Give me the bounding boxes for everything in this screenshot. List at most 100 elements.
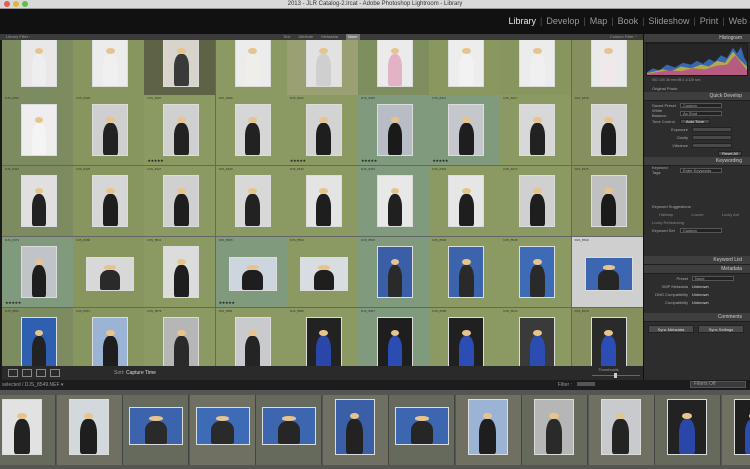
photo-thumbnail[interactable] [590, 175, 627, 227]
keyword-set-select[interactable]: Custom [680, 227, 722, 233]
keyword-suggestion[interactable]: Hallway [659, 212, 673, 217]
photo-thumbnail[interactable] [163, 104, 200, 156]
star-rating[interactable]: ★★★★★ [5, 300, 21, 305]
star-rating[interactable]: ★★★★★ [219, 300, 235, 305]
filmstrip-cell[interactable] [56, 395, 123, 465]
grid-cell[interactable] [500, 40, 573, 97]
sync-settings-button[interactable]: Sync Settings [698, 325, 744, 333]
grid-cell[interactable]: DJS_8464 [429, 166, 502, 237]
white-balance-select[interactable]: As Shot [680, 110, 722, 116]
filmstrip-cell[interactable] [655, 395, 721, 465]
quick-develop-header[interactable]: Quick Develop [644, 92, 750, 101]
photo-thumbnail[interactable] [299, 257, 348, 291]
photo-thumbnail[interactable] [305, 104, 342, 156]
slider-knob[interactable] [614, 373, 617, 378]
photo-thumbnail[interactable] [21, 317, 57, 366]
grid-cell[interactable]: DJS_8545 [358, 237, 430, 308]
vibrance-buttons[interactable] [692, 142, 732, 148]
filmstrip-flag-filters[interactable] [577, 382, 595, 386]
photo-thumbnail[interactable] [86, 257, 135, 291]
photo-thumbnail[interactable] [448, 246, 485, 298]
grid-cell[interactable]: DJS_8475 [571, 166, 643, 237]
grid-cell[interactable]: DJS_8420 [2, 166, 74, 237]
photo-thumbnail[interactable] [377, 104, 413, 156]
grid-cell[interactable]: DJS_8418 [571, 95, 643, 166]
grid-cell[interactable]: DJS_8430 [215, 166, 288, 237]
grid-cell[interactable] [571, 40, 643, 97]
filmstrip-cell[interactable] [0, 395, 56, 465]
photo-thumbnail[interactable] [92, 317, 129, 366]
comments-header[interactable]: Comments [644, 313, 750, 322]
photo-thumbnail[interactable] [377, 175, 413, 227]
photo-thumbnail[interactable] [448, 317, 485, 366]
metadata-header[interactable]: Metadata [644, 265, 750, 274]
metadata-preset-select[interactable]: None [692, 275, 734, 281]
grid-cell[interactable]: DJS_8480 [73, 237, 146, 308]
grid-cell[interactable]: DJS_8479 ★★★★★ [2, 237, 74, 308]
module-map[interactable]: Map [587, 16, 611, 26]
photo-thumbnail[interactable] [377, 246, 413, 298]
photo-thumbnail[interactable] [590, 40, 627, 87]
photo-thumbnail[interactable] [163, 317, 200, 366]
thumbnail-size-slider[interactable] [592, 373, 640, 378]
grid-cell[interactable]: DJS_8425 [73, 166, 146, 237]
filmstrip-thumbnail[interactable] [395, 407, 449, 445]
grid-cell[interactable]: DJS_8427 [144, 166, 217, 237]
keyword-entry-area[interactable] [644, 174, 750, 202]
photo-thumbnail[interactable] [234, 317, 271, 366]
grid-cell[interactable] [286, 40, 359, 97]
grid-cell[interactable]: DJS_8472 [500, 166, 573, 237]
grid-cell[interactable] [215, 40, 288, 97]
grid-cell[interactable]: DJS_8549 [571, 237, 643, 308]
grid-cell[interactable]: DJS_8563 [2, 308, 74, 366]
photo-thumbnail[interactable] [519, 317, 556, 366]
filmstrip-source[interactable]: selected / DJS_8549.NEF ▾ [2, 382, 63, 388]
filmstrip-cell[interactable] [189, 395, 256, 465]
filmstrip-filter-select[interactable]: Filters Off [690, 381, 746, 388]
grid-cell[interactable]: DJS_8405 ★★★★★ [358, 95, 430, 166]
grid-cell[interactable]: DJS_8397 ★★★★★ [144, 95, 217, 166]
grid-cell[interactable]: DJS_8597 [358, 308, 430, 366]
grid-cell[interactable]: DJS_8445 [358, 166, 430, 237]
keyword-list-header[interactable]: Keyword List [644, 256, 750, 265]
photo-thumbnail[interactable] [519, 175, 556, 227]
photo-thumbnail[interactable] [519, 246, 556, 298]
photo-thumbnail[interactable] [163, 246, 200, 298]
histogram-header[interactable]: Histogram [644, 34, 750, 43]
photo-thumbnail[interactable] [590, 104, 627, 156]
grid-cell[interactable]: DJS_8546 [429, 237, 502, 308]
photo-thumbnail[interactable] [92, 104, 129, 156]
filmstrip-cell[interactable] [588, 395, 655, 465]
filmstrip-thumbnail[interactable] [195, 407, 250, 445]
star-rating[interactable]: ★★★★★ [361, 158, 377, 163]
grid-cell[interactable]: DJS_8412 ★★★★★ [429, 95, 502, 166]
star-rating[interactable]: ★★★★★ [147, 158, 163, 163]
filmstrip-cell[interactable] [721, 395, 750, 465]
grid-cell[interactable]: DJS_8612 [500, 308, 573, 366]
photo-thumbnail[interactable] [584, 257, 633, 291]
grid-cell[interactable] [358, 40, 430, 97]
photo-thumbnail[interactable] [21, 246, 57, 298]
photo-thumbnail[interactable] [448, 175, 485, 227]
photo-thumbnail[interactable] [92, 40, 129, 87]
filmstrip-cell[interactable] [389, 395, 455, 465]
grid-cell[interactable]: DJS_8533 [286, 237, 359, 308]
photo-thumbnail[interactable] [163, 40, 200, 87]
filmstrip-thumbnail[interactable] [262, 407, 316, 445]
grid-view-icon[interactable] [8, 369, 18, 377]
filmstrip-thumbnail[interactable] [733, 399, 750, 455]
keyword-tags-select[interactable]: Enter Keywords [680, 167, 722, 173]
grid-cell[interactable]: DJS_8548 [500, 237, 573, 308]
photo-thumbnail[interactable] [448, 104, 485, 156]
photo-thumbnail[interactable] [234, 175, 271, 227]
exposure-buttons[interactable] [692, 126, 732, 132]
filmstrip-thumbnail[interactable] [667, 399, 707, 455]
photo-thumbnail[interactable] [21, 175, 57, 227]
filmstrip-thumbnail[interactable] [129, 407, 183, 445]
grid-cell[interactable]: DJS_8391 [2, 95, 74, 166]
filmstrip-cell[interactable] [455, 395, 522, 465]
survey-view-icon[interactable] [50, 369, 60, 377]
saved-preset-select[interactable]: Custom [680, 102, 722, 108]
filmstrip-thumbnail[interactable] [600, 399, 641, 455]
photo-thumbnail[interactable] [305, 175, 342, 227]
